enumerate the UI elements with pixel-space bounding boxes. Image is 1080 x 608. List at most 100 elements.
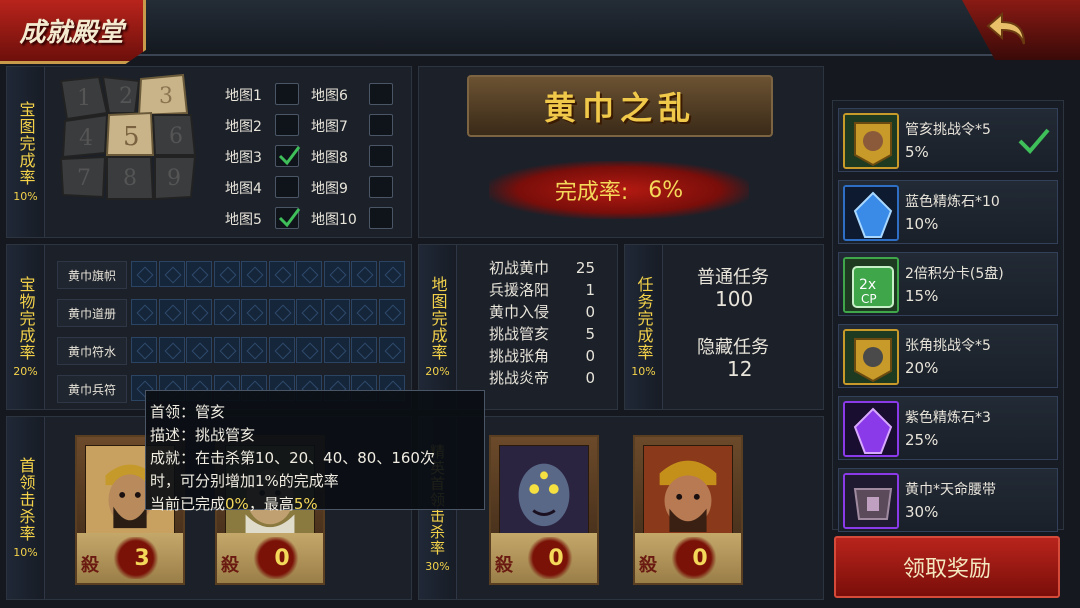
map-stats-panel: 地图完成率 20% 初战黄巾 25 兵援洛阳 1 黄巾入侵 0 挑战管亥 5 挑战张角 0 挑战炎帝… bbox=[418, 244, 618, 410]
reward-name: 2倍积分卡(5盘) bbox=[905, 266, 1004, 282]
reward-item[interactable]: 紫色精炼石*3 25% bbox=[838, 396, 1058, 460]
claim-reward-button[interactable]: 领取奖励 bbox=[834, 536, 1060, 598]
treasure-slot[interactable] bbox=[323, 299, 350, 325]
map-label: 地图5 bbox=[225, 212, 262, 228]
treasure-slot[interactable] bbox=[158, 261, 185, 287]
map-label: 地图6 bbox=[311, 88, 348, 104]
reward-item[interactable]: 黄巾*天命腰带 30% bbox=[838, 468, 1058, 532]
treasure-slot[interactable] bbox=[268, 299, 295, 325]
svg-text:4: 4 bbox=[79, 126, 93, 151]
treasure-slot[interactable] bbox=[241, 261, 267, 287]
treasure-slot[interactable] bbox=[241, 337, 267, 363]
treasure-slot[interactable] bbox=[186, 337, 212, 363]
stat-name: 挑战炎帝 bbox=[489, 369, 550, 387]
treasure-slot[interactable] bbox=[323, 337, 350, 363]
tooltip-boss: 首领：管亥 bbox=[150, 403, 226, 421]
treasure-slot[interactable] bbox=[378, 337, 405, 363]
svg-text:9: 9 bbox=[167, 166, 181, 191]
treasure-slot[interactable] bbox=[268, 261, 295, 287]
task-rate-text: 任务完成率 bbox=[634, 276, 654, 361]
reward-percent: 25% bbox=[905, 431, 939, 449]
elite-2-kill-count: 殺 0 bbox=[635, 533, 741, 583]
reward-percent: 20% bbox=[905, 359, 939, 377]
boss-tooltip: 首领：管亥 描述：挑战管亥 成就：在击杀第10、20、40、80、160次 时，… bbox=[145, 390, 485, 513]
treasure-slot[interactable] bbox=[158, 299, 185, 325]
treasure-slot[interactable] bbox=[186, 299, 212, 325]
treasure-slot[interactable] bbox=[186, 261, 212, 287]
map-checkbox[interactable] bbox=[369, 207, 393, 229]
zhangjiao-kill-count: 殺 0 bbox=[217, 533, 323, 583]
guanhai-kill-count: 殺 3 bbox=[77, 533, 183, 583]
top-bar bbox=[0, 0, 1080, 56]
reward-item[interactable]: 管亥挑战令*5 5% bbox=[838, 108, 1058, 172]
map-label: 地图10 bbox=[311, 212, 357, 228]
map-label: 地图1 bbox=[225, 88, 262, 104]
treasure-slot[interactable] bbox=[351, 261, 377, 287]
kill-count: 0 bbox=[548, 545, 564, 571]
reward-item[interactable]: 蓝色精炼石*10 10% bbox=[838, 180, 1058, 244]
svg-text:3: 3 bbox=[159, 84, 173, 109]
map-checkbox[interactable] bbox=[275, 207, 301, 229]
kill-seal-icon: 殺 bbox=[495, 555, 513, 576]
map-rate-text: 宝图完成率 bbox=[16, 101, 36, 186]
treasure-slot[interactable] bbox=[213, 299, 240, 325]
treasure-slot[interactable] bbox=[296, 261, 322, 287]
stat-name: 挑战管亥 bbox=[489, 325, 550, 343]
map-panel: 宝图完成率 10% 1 2 3 4 5 6 7 8 9 地图1 地图2 地图3 地图4… bbox=[6, 66, 412, 238]
treasure-name: 黄巾兵符 bbox=[57, 375, 127, 403]
elite-boss-card-1[interactable]: 殺 0 bbox=[489, 435, 599, 585]
reward-item[interactable]: 张角挑战令*5 20% bbox=[838, 324, 1058, 388]
treasure-slot[interactable] bbox=[296, 299, 322, 325]
treasure-slot[interactable] bbox=[131, 299, 157, 325]
treasure-slot[interactable] bbox=[213, 337, 240, 363]
task-rate-label: 任务完成率 10% bbox=[625, 245, 663, 409]
warrior-portrait bbox=[643, 445, 733, 535]
map-checkbox[interactable] bbox=[275, 145, 301, 167]
svg-text:2x: 2x bbox=[859, 277, 876, 293]
treasure-map-image: 1 2 3 4 5 6 7 8 9 bbox=[55, 73, 203, 223]
stat-value: 25 bbox=[575, 259, 595, 277]
treasure-slot[interactable] bbox=[296, 337, 322, 363]
treasure-slot[interactable] bbox=[351, 299, 377, 325]
treasure-slot[interactable] bbox=[378, 299, 405, 325]
treasure-slot[interactable] bbox=[213, 261, 240, 287]
treasure-slot[interactable] bbox=[351, 337, 377, 363]
map-checkbox[interactable] bbox=[369, 83, 393, 105]
treasure-name: 黄巾符水 bbox=[57, 337, 127, 365]
treasure-slot[interactable] bbox=[241, 299, 267, 325]
map-label: 地图9 bbox=[311, 181, 348, 197]
reward-name: 紫色精炼石*3 bbox=[905, 410, 991, 426]
elite-rate-percent: 30% bbox=[425, 559, 450, 573]
event-title: 黄巾之乱 bbox=[543, 89, 696, 127]
reward-item[interactable]: 2x CP 2倍积分卡(5盘) 15% bbox=[838, 252, 1058, 316]
treasure-slot[interactable] bbox=[323, 261, 350, 287]
map-label: 地图3 bbox=[225, 150, 262, 166]
double-points-card-icon: 2x CP bbox=[843, 257, 899, 313]
blue-gem-icon bbox=[843, 185, 899, 241]
map-label: 地图7 bbox=[311, 119, 348, 135]
stat-value: 5 bbox=[585, 325, 595, 343]
treasure-slot[interactable] bbox=[378, 261, 405, 287]
stat-name: 兵援洛阳 bbox=[489, 281, 550, 299]
treasure-panel: 宝物完成率 20% 黄巾旗帜 黄巾道册 黄巾符水 黄巾兵符 bbox=[6, 244, 412, 410]
treasure-slot[interactable] bbox=[158, 337, 185, 363]
map-checkbox[interactable] bbox=[275, 176, 299, 198]
hidden-task-value: 12 bbox=[727, 357, 753, 381]
map-complete-label: 地图完成率 20% bbox=[419, 245, 457, 409]
reward-name: 张角挑战令*5 bbox=[905, 338, 991, 354]
map-checkbox[interactable] bbox=[369, 145, 393, 167]
guanhai-token-icon bbox=[843, 113, 899, 169]
map-checkbox[interactable] bbox=[275, 114, 299, 136]
svg-text:8: 8 bbox=[123, 166, 137, 191]
tooltip-progress-prefix: 当前已完成 bbox=[150, 495, 226, 513]
map-checkbox[interactable] bbox=[369, 114, 393, 136]
treasure-slot[interactable] bbox=[268, 337, 295, 363]
treasure-slot[interactable] bbox=[131, 337, 157, 363]
elite-boss-card-2[interactable]: 殺 0 bbox=[633, 435, 743, 585]
map-checkbox[interactable] bbox=[369, 176, 393, 198]
map-label: 地图4 bbox=[225, 181, 262, 197]
map-checkbox[interactable] bbox=[275, 83, 299, 105]
treasure-slot[interactable] bbox=[131, 261, 157, 287]
reward-name: 黄巾*天命腰带 bbox=[905, 482, 996, 498]
checkmark-icon bbox=[278, 208, 301, 228]
